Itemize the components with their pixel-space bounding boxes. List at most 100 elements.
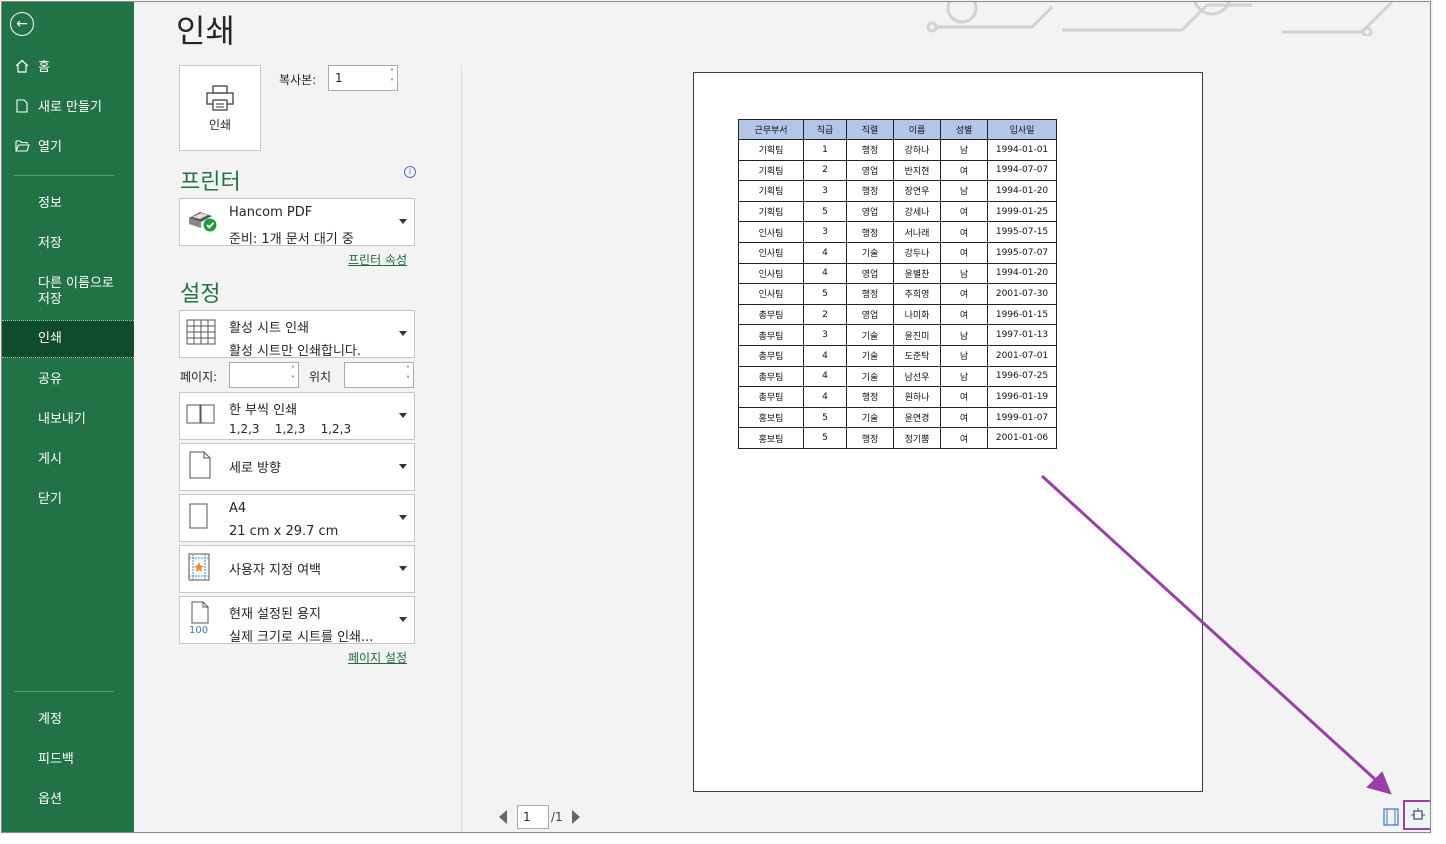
table-cell: 행정 [846, 427, 894, 449]
previous-page-icon[interactable] [499, 810, 507, 824]
svg-text:100: 100 [189, 625, 208, 635]
backstage-sidebar: ← 홈 새로 만들기 열기 정보 저장 다른 이름으로 저장 인쇄 공유 내보내… [2, 2, 134, 832]
pages-to-input[interactable]: ˄ ˅ [344, 362, 414, 388]
table-cell: 5 [803, 283, 847, 305]
table-cell: 남 [940, 262, 988, 285]
preview-table: 근무부서 직급 직렬 이름 성별 입사일 기획팀 1 행정 강하나 남 1994-01-01 기획팀 2… [738, 119, 1057, 449]
actual-size-icon: 100 [188, 601, 214, 639]
spin-arrows-icon[interactable]: ˄ ˅ [291, 365, 295, 385]
next-page-icon[interactable] [572, 810, 580, 824]
sidebar-item-publish[interactable]: 게시 [2, 450, 134, 470]
sidebar-item-info[interactable]: 정보 [2, 194, 134, 214]
table-cell: 3 [803, 221, 847, 243]
sidebar-item-save-as[interactable]: 다른 이름으로 저장 [2, 274, 134, 310]
sidebar-item-account[interactable]: 계정 [2, 710, 134, 730]
copies-stepper[interactable]: 1 ˄ ˅ [328, 65, 398, 91]
table-body: 기획팀 1 행정 강하나 남 1994-01-01 기획팀 2 영업 반지현 여 1994-07-07… [738, 139, 1057, 449]
chevron-down-icon [399, 515, 407, 520]
print-what-select[interactable]: 활성 시트 인쇄 활성 시트만 인쇄합니다. [179, 310, 415, 359]
pages-from-input[interactable]: ˄ ˅ [229, 362, 299, 388]
table-cell: 영업 [846, 262, 894, 285]
sidebar-item-print[interactable]: 인쇄 [2, 320, 134, 358]
new-document-icon [14, 99, 30, 117]
sidebar-item-new[interactable]: 새로 만들기 [2, 98, 134, 118]
column-header: 직렬 [846, 119, 894, 140]
table-cell: 인사팀 [738, 262, 804, 285]
sidebar-item-export[interactable]: 내보내기 [2, 410, 134, 430]
table-cell: 홍보팀 [738, 406, 804, 429]
column-header: 성별 [940, 119, 988, 140]
sidebar-item-feedback[interactable]: 피드백 [2, 750, 134, 770]
sidebar-item-close[interactable]: 닫기 [2, 490, 134, 510]
table-cell: 영업 [846, 200, 894, 223]
table-cell: 윤별찬 [893, 262, 941, 285]
table-cell: 1996-01-19 [987, 386, 1057, 408]
table-cell: 2 [803, 159, 847, 182]
pane-divider [461, 66, 462, 832]
sidebar-item-options[interactable]: 옵션 [2, 790, 134, 810]
table-cell: 총무팀 [738, 344, 804, 367]
outer-margin [0, 834, 1446, 844]
table-cell: 1994-07-07 [987, 159, 1057, 182]
table-row: 총무팀 2 영업 나미화 여 1996-01-15 [738, 303, 1057, 326]
column-header: 입사일 [987, 119, 1057, 140]
print-preview-page: 근무부서 직급 직렬 이름 성별 입사일 기획팀 1 행정 강하나 남 1994-01-01 기획팀 2… [693, 72, 1203, 792]
zoom-to-page-icon [1411, 808, 1425, 820]
paper-size-select[interactable]: A4 21 cm x 29.7 cm [179, 494, 415, 542]
chevron-down-icon [399, 219, 407, 224]
page-setup-link[interactable]: 페이지 설정 [348, 649, 407, 666]
spin-arrows-icon[interactable]: ˄ ˅ [406, 365, 410, 385]
table-cell: 영업 [846, 303, 894, 326]
printer-select[interactable]: Hancom PDF 준비: 1개 문서 대기 중 [179, 198, 415, 247]
table-cell: 홍보팀 [738, 427, 804, 449]
table-cell: 기획팀 [738, 200, 804, 223]
info-icon[interactable]: i [404, 166, 416, 178]
zoom-to-page-button[interactable] [1403, 800, 1430, 830]
table-cell: 5 [803, 427, 847, 449]
table-cell: 1999-01-25 [987, 200, 1057, 223]
print-button[interactable]: 인쇄 [179, 65, 261, 151]
sidebar-item-home[interactable]: 홈 [2, 58, 134, 78]
collate-select[interactable]: 한 부씩 인쇄 1,2,3 1,2,3 1,2,3 [179, 392, 415, 440]
page-title: 인쇄 [176, 12, 235, 50]
sidebar-item-share[interactable]: 공유 [2, 370, 134, 390]
table-cell: 2001-07-01 [987, 344, 1057, 367]
table-row: 기획팀 1 행정 강하나 남 1994-01-01 [738, 139, 1057, 161]
table-cell: 인사팀 [738, 283, 804, 305]
orientation-select[interactable]: 세로 방향 [179, 443, 415, 491]
printer-properties-link[interactable]: 프린터 속성 [348, 251, 407, 268]
column-header: 이름 [893, 119, 941, 140]
table-cell: 총무팀 [738, 324, 804, 346]
home-icon [14, 59, 30, 77]
table-cell: 1994-01-20 [987, 180, 1057, 202]
chevron-down-icon [399, 331, 407, 336]
scaling-select[interactable]: 100 현재 설정된 용지 실제 크기로 시트를 인쇄... [179, 596, 415, 645]
table-cell: 2001-01-06 [987, 427, 1057, 449]
table-cell: 남 [940, 180, 988, 202]
table-cell: 남선우 [893, 365, 941, 388]
table-cell: 정기뿜 [893, 427, 941, 449]
table-row: 기획팀 2 영업 반지현 여 1994-07-07 [738, 159, 1057, 182]
table-cell: 남 [940, 344, 988, 367]
margins-select[interactable]: 사용자 지정 여백 [179, 545, 415, 593]
current-page-input[interactable]: 1 [517, 805, 549, 829]
table-cell: 행정 [846, 139, 894, 161]
table-cell: 나미화 [893, 303, 941, 326]
table-cell: 여 [940, 303, 988, 326]
table-cell: 1996-01-15 [987, 303, 1057, 326]
sidebar-item-save[interactable]: 저장 [2, 234, 134, 254]
table-cell: 여 [940, 221, 988, 243]
printer-ready-icon [186, 208, 218, 236]
table-cell: 1 [803, 139, 847, 161]
sidebar-item-open[interactable]: 열기 [2, 138, 134, 158]
sheet-grid-icon [186, 319, 216, 349]
spin-arrows-icon[interactable]: ˄ ˅ [390, 68, 394, 88]
back-arrow-icon[interactable]: ← [10, 12, 34, 36]
table-cell: 2001-07-30 [987, 283, 1057, 305]
table-cell: 인사팀 [738, 241, 804, 264]
table-cell: 1995-07-07 [987, 241, 1057, 264]
show-margins-icon[interactable] [1383, 808, 1399, 826]
table-cell: 여 [940, 386, 988, 408]
pages-label: 페이지: [180, 370, 218, 384]
table-cell: 원하나 [893, 386, 941, 408]
